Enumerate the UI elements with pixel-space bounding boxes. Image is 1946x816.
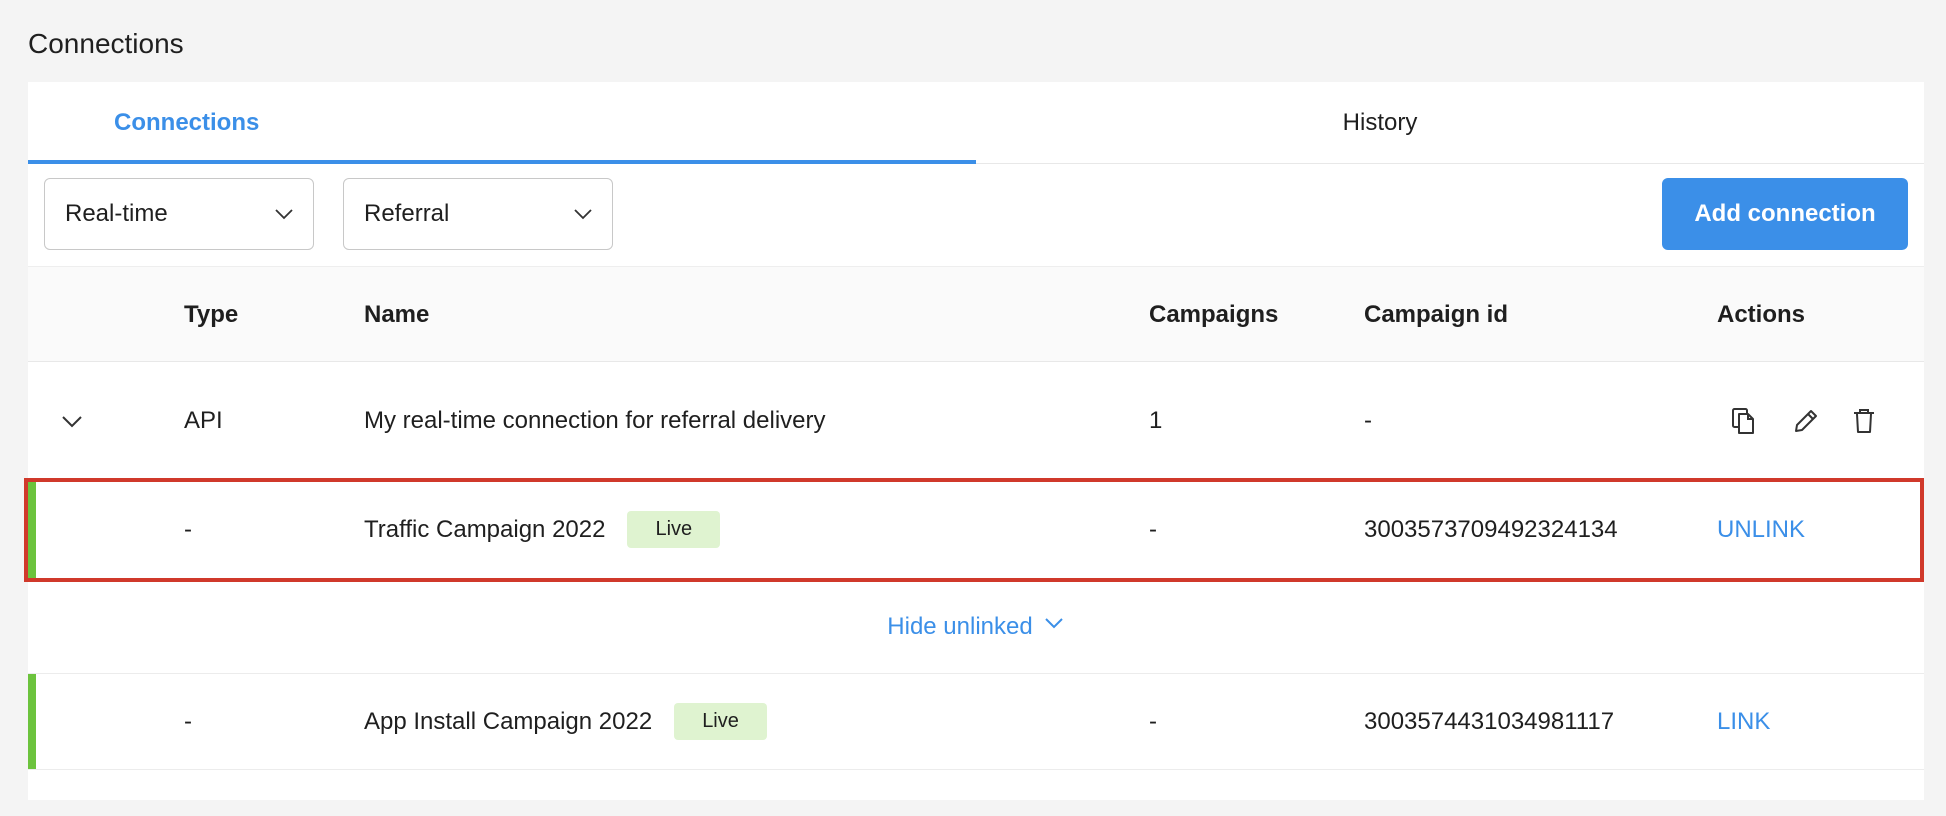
connection-row: API My real-time connection for referral… bbox=[28, 362, 1924, 480]
column-header-campaigns: Campaigns bbox=[1149, 301, 1279, 328]
hide-unlinked-row: Hide unlinked bbox=[28, 580, 1924, 674]
connection-type: API bbox=[184, 406, 223, 434]
connection-name: My real-time connection for referral del… bbox=[364, 406, 826, 434]
delivery-type-select[interactable]: Real-time bbox=[44, 178, 314, 250]
campaign-name: App Install Campaign 2022 bbox=[364, 707, 653, 735]
page-title: Connections bbox=[28, 28, 184, 59]
unlinked-campaign-row: - App Install Campaign 2022 Live - 30035… bbox=[28, 674, 1924, 770]
unlinked-indicator-bar bbox=[28, 674, 36, 769]
column-header-name: Name bbox=[364, 301, 430, 328]
column-header-actions: Actions bbox=[1717, 301, 1806, 328]
hide-unlinked-label: Hide unlinked bbox=[887, 612, 1033, 640]
category-select[interactable]: Referral bbox=[343, 178, 613, 250]
connections-card: Connections History Real-time Referral A… bbox=[24, 82, 1924, 800]
campaign-name-cell: App Install Campaign 2022 Live bbox=[364, 674, 767, 769]
connection-campaign-id: - bbox=[1364, 406, 1372, 434]
tab-connections[interactable]: Connections bbox=[28, 82, 976, 164]
campaign-type: - bbox=[184, 515, 192, 543]
delivery-type-value: Real-time bbox=[65, 200, 168, 227]
link-button[interactable]: LINK bbox=[1717, 674, 1770, 769]
campaign-name-cell: Traffic Campaign 2022 Live bbox=[364, 480, 721, 579]
chevron-down-icon bbox=[273, 203, 295, 232]
copy-icon[interactable] bbox=[1730, 362, 1758, 479]
hide-unlinked-toggle[interactable]: Hide unlinked bbox=[28, 580, 1924, 673]
campaign-type: - bbox=[184, 707, 192, 735]
tab-history[interactable]: History bbox=[976, 82, 1924, 164]
linked-indicator-bar bbox=[28, 480, 36, 579]
campaign-name: Traffic Campaign 2022 bbox=[364, 515, 606, 543]
campaign-count: - bbox=[1149, 707, 1157, 735]
edit-icon[interactable] bbox=[1792, 362, 1820, 479]
category-value: Referral bbox=[364, 200, 450, 227]
add-connection-button[interactable]: Add connection bbox=[1662, 178, 1908, 250]
column-header-campaign-id: Campaign id bbox=[1364, 301, 1509, 328]
chevron-down-icon bbox=[572, 203, 594, 232]
chevron-down-icon bbox=[1043, 612, 1065, 641]
campaign-id: 3003574431034981117 bbox=[1364, 707, 1615, 735]
campaign-id: 3003573709492324134 bbox=[1364, 515, 1618, 543]
delete-icon[interactable] bbox=[1852, 362, 1876, 479]
column-header-type: Type bbox=[184, 301, 239, 328]
collapse-chevron-icon[interactable] bbox=[60, 362, 84, 479]
unlink-button[interactable]: UNLINK bbox=[1717, 480, 1805, 579]
linked-campaign-row: - Traffic Campaign 2022 Live - 300357370… bbox=[28, 480, 1924, 580]
campaign-count: - bbox=[1149, 515, 1157, 543]
status-badge: Live bbox=[627, 511, 721, 548]
active-tab-indicator bbox=[28, 160, 976, 164]
table-header: Type Name Campaigns Campaign id Actions bbox=[28, 266, 1924, 362]
connection-campaign-count: 1 bbox=[1149, 406, 1163, 434]
status-badge: Live bbox=[674, 703, 767, 740]
tab-bar: Connections History bbox=[28, 82, 1924, 164]
